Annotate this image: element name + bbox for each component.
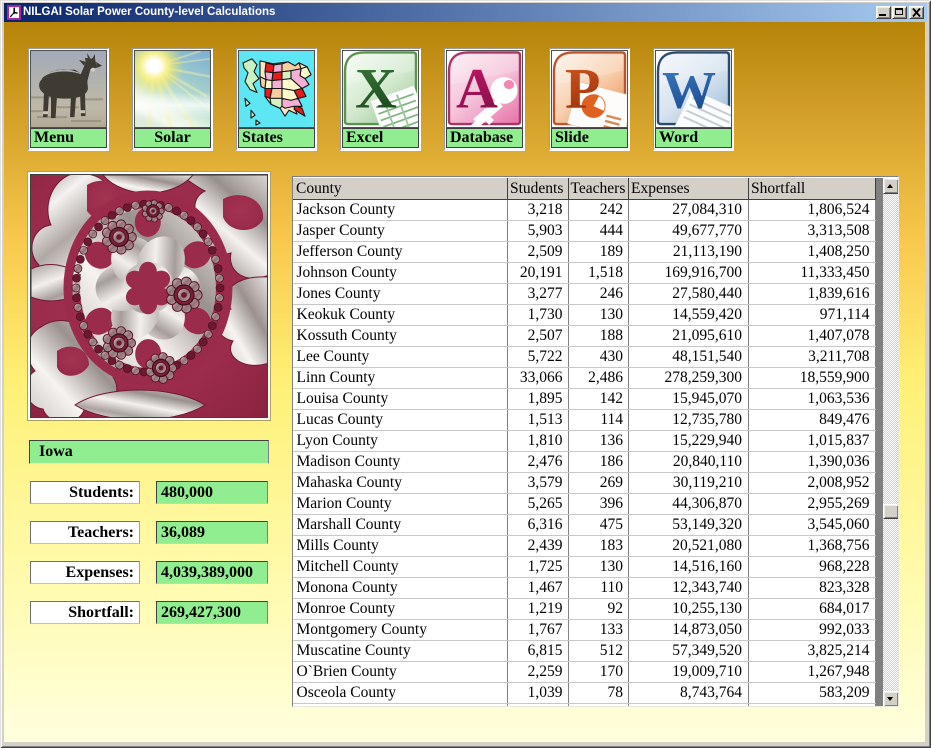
svg-text:X: X — [355, 58, 397, 121]
svg-text:P: P — [565, 58, 600, 121]
svg-text:A: A — [456, 58, 498, 121]
svg-text:W: W — [662, 60, 716, 120]
